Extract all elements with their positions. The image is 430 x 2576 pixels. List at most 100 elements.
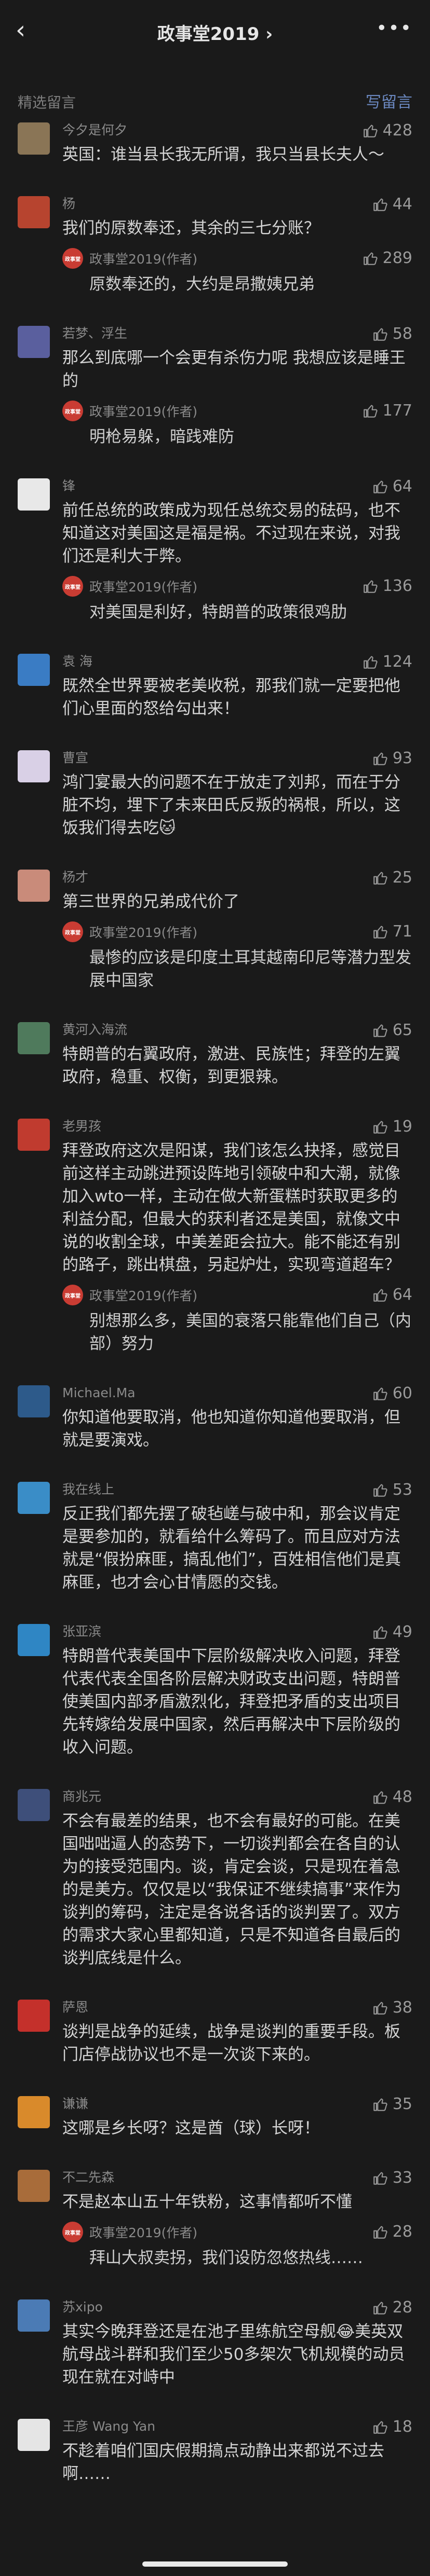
thumb-up-icon [364, 580, 378, 593]
commenter-name[interactable]: 袁 海 [62, 651, 412, 672]
avatar[interactable] [18, 1624, 50, 1656]
commenter-name[interactable]: 今夕是何夕 [62, 119, 412, 141]
commenter-name[interactable]: 商兆元 [62, 1786, 412, 1808]
reply-like-button[interactable]: 136 [363, 577, 412, 595]
avatar[interactable] [18, 2299, 50, 2332]
comment-text: 既然全世界要被老美收税，那我们就一定要把他们心里面的怒给勾出来！ [62, 677, 400, 718]
commenter-name[interactable]: 曹宣 [62, 747, 412, 769]
comment-text: 英国：谁当县长我无所谓，我只当县长夫人～ [62, 145, 384, 164]
avatar[interactable] [18, 750, 50, 782]
section-header: 精选留言 写留言 [0, 62, 430, 112]
comment-item[interactable]: Michael.Ma 60 你知道他要取消，他也知道你知道他要取消，但就是要演戏。 [0, 1371, 430, 1467]
home-indicator[interactable] [142, 2561, 288, 2567]
comment-text: 前任总统的政策成为现任总统交易的砝码，也不知道这对美国这是福是祸。不过现在来说，… [62, 501, 400, 566]
like-button[interactable]: 93 [373, 749, 412, 767]
commenter-name[interactable]: Michael.Ma [62, 1382, 412, 1404]
comment-item[interactable]: 不二先森 33 不是赵本山五十年铁粉，这事情都听不懂 政事堂 政事堂2019(作者) 28… [0, 2155, 430, 2285]
comment-item[interactable]: 锋 64 前任总统的政策成为现任总统交易的砝码，也不知道这对美国这是福是祸。不过现在… [0, 464, 430, 639]
avatar[interactable] [18, 654, 50, 686]
reply-like-button[interactable]: 28 [373, 2223, 412, 2241]
comment-list: 今夕是何夕 428 英国：谁当县长我无所谓，我只当县长夫人～ 杨 44 我们的原数奉还，其… [0, 108, 430, 2501]
avatar[interactable] [18, 870, 50, 902]
thumb-up-icon [373, 2420, 387, 2434]
commenter-name[interactable]: 若梦、浮生 [62, 323, 412, 345]
like-button[interactable]: 60 [373, 1384, 412, 1402]
commenter-name[interactable]: 不二先森 [62, 2167, 412, 2188]
avatar[interactable] [18, 1789, 50, 1821]
more-icon[interactable]: ••• [376, 18, 412, 39]
avatar[interactable] [18, 196, 50, 228]
avatar[interactable] [18, 1385, 50, 1417]
comment-item[interactable]: 老男孩 19 拜登政府这次是阳谋，我们该怎么抉择，感觉目前这样主动跳进预设阵地引领破… [0, 1104, 430, 1371]
comment-text: 不趁着咱们国庆假期搞点动静出来都说不过去啊…… [62, 2442, 384, 2483]
reply-like-button[interactable]: 71 [373, 922, 412, 941]
comment-item[interactable]: 商兆元 48 不会有最差的结果，也不会有最好的可能。在美国咄咄逼人的态势下，一切谈判… [0, 1774, 430, 1985]
avatar[interactable] [18, 1022, 50, 1054]
avatar[interactable] [18, 2096, 50, 2128]
like-button[interactable]: 28 [373, 2298, 412, 2317]
like-button[interactable]: 38 [373, 1999, 412, 2017]
avatar[interactable] [18, 1119, 50, 1151]
comment-item[interactable]: 苏xipo 28 其实今晚拜登还是在池子里练航空母舰😂美英双航母战斗群和我们至少50… [0, 2285, 430, 2404]
reply-author: 政事堂2019(作者) [89, 1288, 198, 1303]
like-button[interactable]: 33 [373, 2169, 412, 2187]
comment-item[interactable]: 杨才 25 第三世界的兄弟成代价了 政事堂 政事堂2019(作者) 71 最惨的应该是印度土… [0, 855, 430, 1008]
commenter-name[interactable]: 杨 [62, 193, 412, 215]
like-button[interactable]: 19 [373, 1118, 412, 1136]
reply-text: 别想那么多，美国的衰落只能靠他们自己（内部）努力 [89, 1312, 411, 1353]
thumb-up-icon [373, 198, 387, 211]
comment-item[interactable]: 我在线上 53 反正我们都先摆了破毡嵯与破中和，那会议肯定是要参加的，就看给什么筹码… [0, 1467, 430, 1609]
thumb-up-icon [373, 327, 387, 341]
like-button[interactable]: 35 [373, 2095, 412, 2113]
like-count: 93 [392, 749, 412, 767]
like-button[interactable]: 65 [373, 1021, 412, 1039]
comment-item[interactable]: 萨恩 38 谈判是战争的延续，战争是谈判的重要手段。板门店停战协议也不是一次谈下来的… [0, 1985, 430, 2082]
commenter-name[interactable]: 萨恩 [62, 1996, 412, 2018]
like-count: 48 [392, 1788, 412, 1806]
reply-like-button[interactable]: 177 [363, 402, 412, 420]
comment-item[interactable]: 曹宣 93 鸿门宴最大的问题不在于放走了刘邦，而在于分脏不均，埋下了未来田氏反叛的祸… [0, 736, 430, 855]
comment-text: 鸿门宴最大的问题不在于放走了刘邦，而在于分脏不均，埋下了未来田氏反叛的祸根，所以… [62, 773, 400, 837]
comment-text: 反正我们都先摆了破毡嵯与破中和，那会议肯定是要参加的，就看给什么筹码了。而且应对… [62, 1505, 401, 1592]
author-reply: 政事堂 政事堂2019(作者) 64 别想那么多，美国的衰落只能靠他们自己（内部）努力 [62, 1284, 412, 1355]
commenter-name[interactable]: 黄河入海流 [62, 1019, 412, 1041]
commenter-name[interactable]: 张亚滨 [62, 1621, 412, 1643]
like-button[interactable]: 44 [373, 195, 412, 213]
like-button[interactable]: 64 [373, 477, 412, 495]
comment-item[interactable]: 若梦、浮生 58 那么到底哪一个会更有杀伤力呢 我想应该是睡王的 政事堂 政事堂2019… [0, 311, 430, 464]
like-count: 124 [382, 653, 412, 671]
like-button[interactable]: 48 [373, 1788, 412, 1806]
like-button[interactable]: 25 [373, 869, 412, 887]
avatar[interactable] [18, 2170, 50, 2202]
like-button[interactable]: 124 [363, 653, 412, 671]
commenter-name[interactable]: 杨才 [62, 866, 412, 888]
comment-item[interactable]: 王彦 Wang Yan 18 不趁着咱们国庆假期搞点动静出来都说不过去啊…… [0, 2404, 430, 2501]
comment-item[interactable]: 张亚滨 49 特朗普代表美国中下层阶级解决收入问题，拜登代表代表全国各阶层解决财政支… [0, 1609, 430, 1774]
avatar[interactable] [18, 1482, 50, 1514]
avatar[interactable] [18, 122, 50, 155]
commenter-name[interactable]: 王彦 Wang Yan [62, 2416, 412, 2437]
commenter-name[interactable]: 老男孩 [62, 1115, 412, 1137]
like-button[interactable]: 18 [373, 2418, 412, 2436]
commenter-name[interactable]: 谦谦 [62, 2093, 412, 2115]
avatar[interactable] [18, 2000, 50, 2032]
comment-item[interactable]: 今夕是何夕 428 英国：谁当县长我无所谓，我只当县长夫人～ [0, 108, 430, 182]
avatar[interactable] [18, 478, 50, 511]
reply-like-button[interactable]: 64 [373, 1286, 412, 1304]
like-button[interactable]: 58 [373, 325, 412, 343]
like-button[interactable]: 49 [373, 1623, 412, 1641]
page-title[interactable]: 政事堂2019 › [0, 20, 430, 45]
commenter-name[interactable]: 锋 [62, 475, 412, 497]
comment-item[interactable]: 黄河入海流 65 特朗普的右翼政府，激进、民族性；拜登的左翼政府，稳重、权衡，到更狠… [0, 1008, 430, 1104]
commenter-name[interactable]: 苏xipo [62, 2296, 412, 2318]
comment-item[interactable]: 袁 海 124 既然全世界要被老美收税，那我们就一定要把他们心里面的怒给勾出来！ [0, 639, 430, 736]
avatar[interactable] [18, 2419, 50, 2451]
reply-text: 原数奉还的，大约是昂撒姨兄弟 [89, 275, 315, 294]
like-button[interactable]: 428 [363, 121, 412, 140]
commenter-name[interactable]: 我在线上 [62, 1479, 412, 1500]
comment-item[interactable]: 杨 44 我们的原数奉还，其余的三七分账？ 政事堂 政事堂2019(作者) 289 原数奉还… [0, 182, 430, 311]
like-button[interactable]: 53 [373, 1481, 412, 1499]
reply-like-button[interactable]: 289 [363, 249, 412, 267]
comment-item[interactable]: 谦谦 35 这哪是乡长呀？这是酋（球）长呀！ [0, 2082, 430, 2155]
avatar[interactable] [18, 326, 50, 358]
